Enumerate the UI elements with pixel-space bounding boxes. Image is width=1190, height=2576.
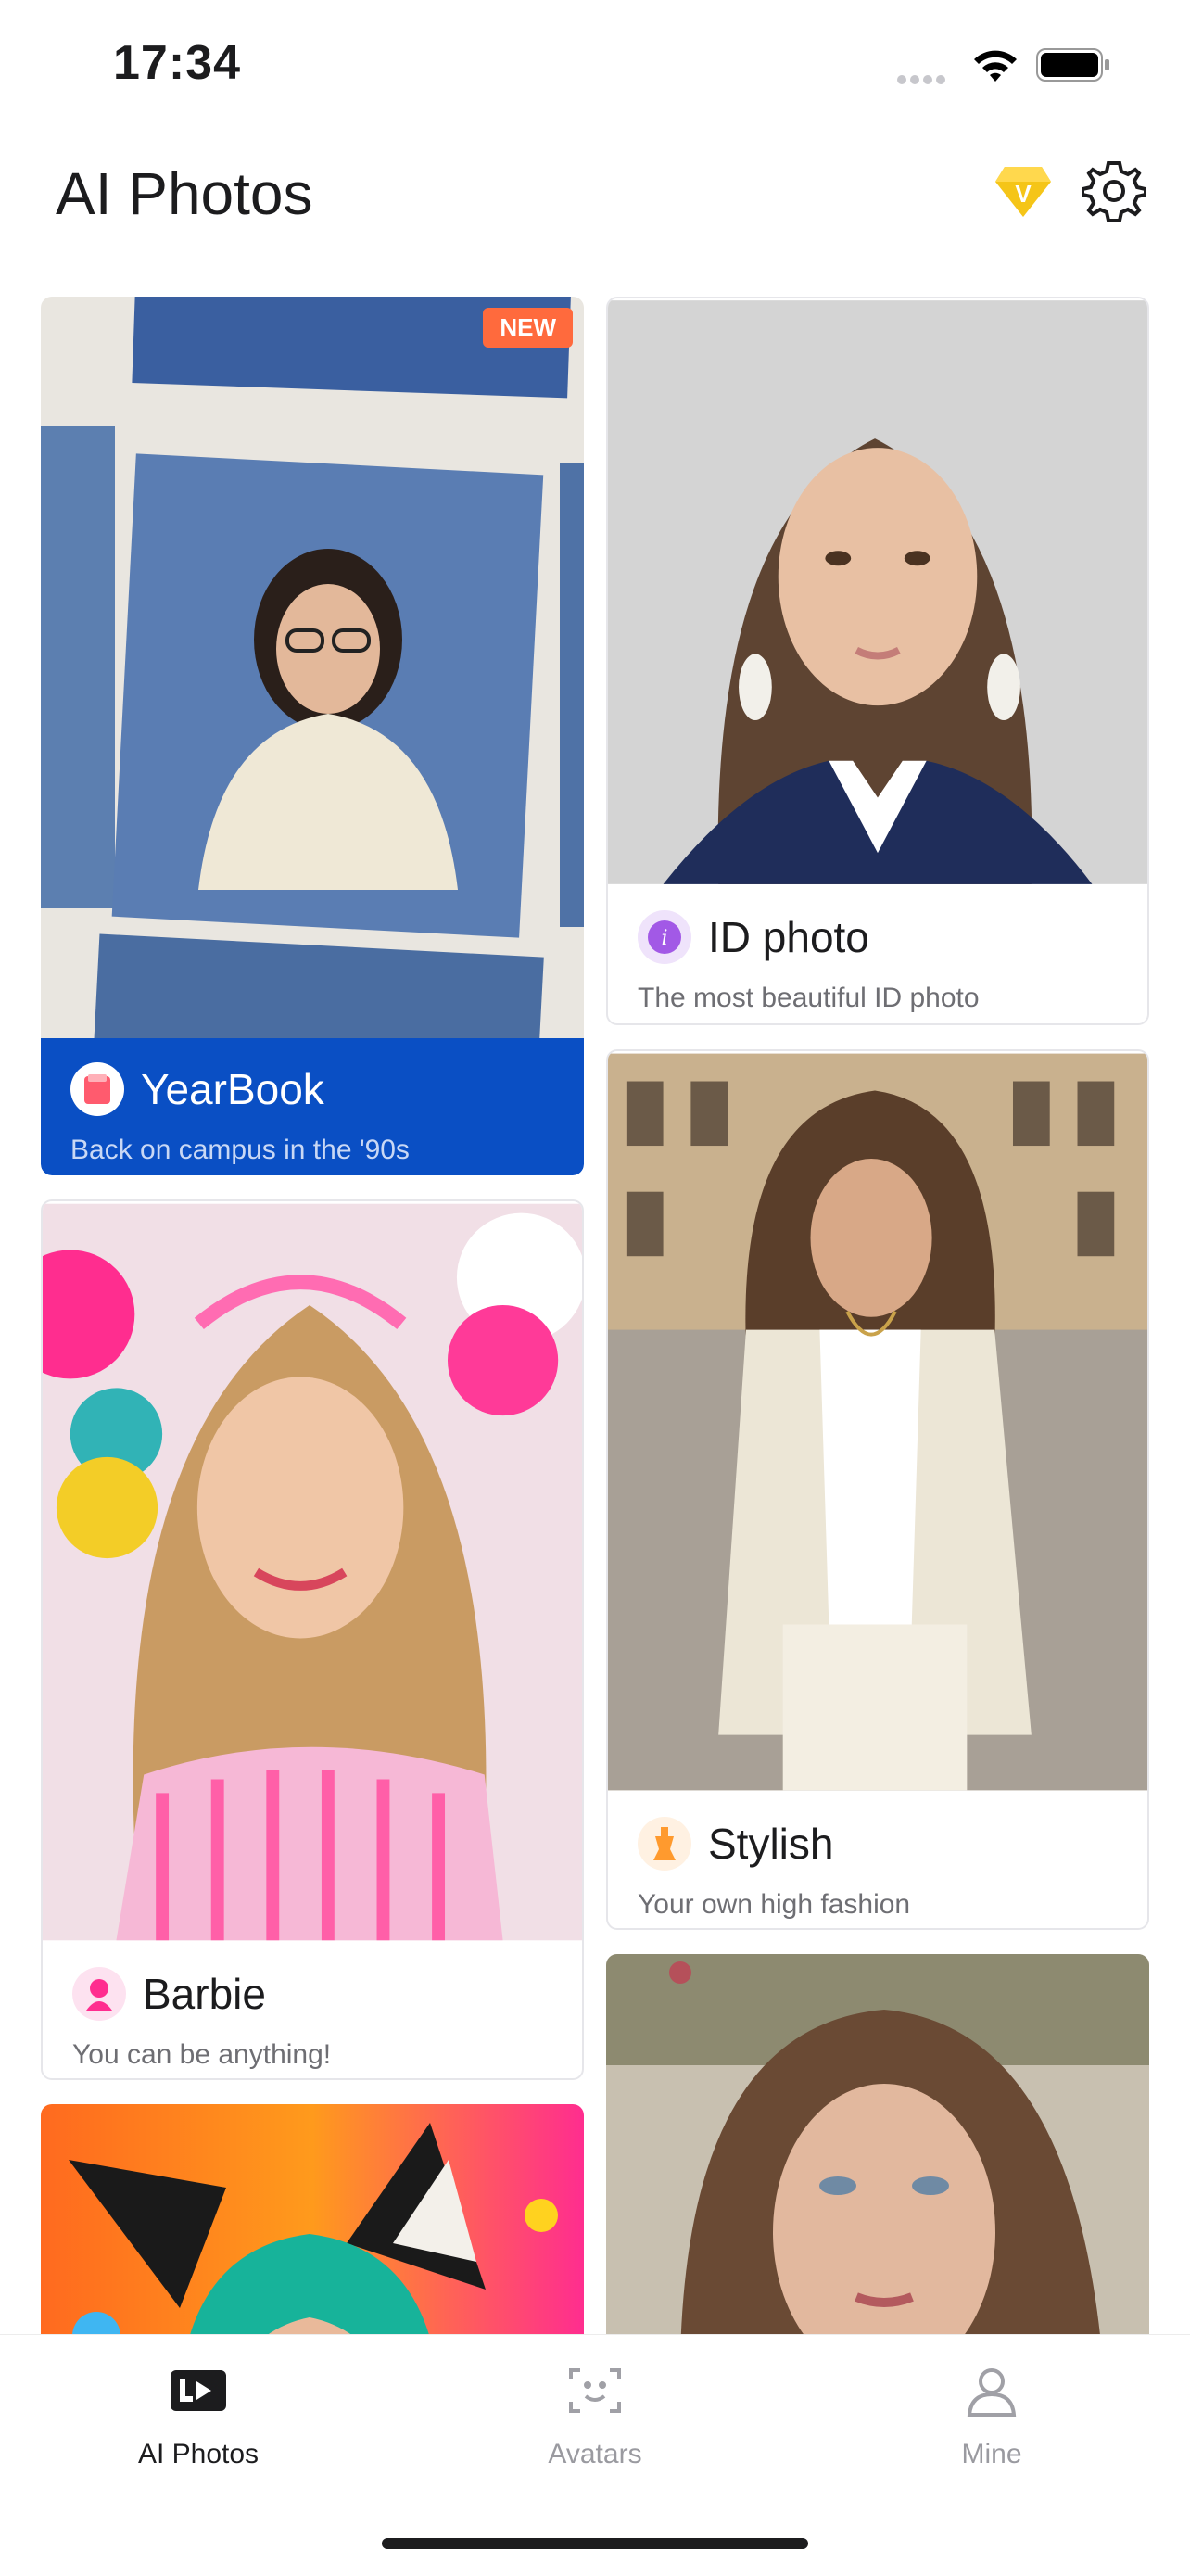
ai-photos-tab-icon xyxy=(171,2370,226,2411)
portrait-image xyxy=(606,1954,1149,2336)
vip-diamond-icon[interactable]: V xyxy=(994,163,1053,219)
feed: NEW YearBook Back on campus in the '90s xyxy=(0,297,1190,2336)
id-photo-title: ID photo xyxy=(708,913,869,961)
card-barbie[interactable]: Barbie You can be anything! xyxy=(41,1199,584,2080)
barbie-title: Barbie xyxy=(143,1970,266,2018)
tab-avatars[interactable]: Avatars xyxy=(456,2363,734,2470)
id-photo-image xyxy=(608,300,1147,884)
cellular-signal-icon xyxy=(897,72,949,89)
tab-mine-label: Mine xyxy=(961,2439,1022,2469)
new-badge: NEW xyxy=(483,308,573,348)
tab-ai-photos[interactable]: AI Photos xyxy=(59,2363,337,2470)
id-photo-subtitle: The most beautiful ID photo xyxy=(638,983,980,1013)
card-id-photo[interactable]: i ID photo The most beautiful ID photo xyxy=(606,297,1149,1025)
avatars-tab-icon xyxy=(569,2368,621,2413)
gear-icon[interactable] xyxy=(1082,159,1146,222)
id-photo-icon: i xyxy=(638,910,691,964)
header: AI Photos V xyxy=(0,148,1190,260)
yearbook-info: YearBook Back on campus in the '90s xyxy=(41,1038,584,1175)
yearbook-icon xyxy=(70,1062,124,1116)
card-yearbook[interactable]: NEW YearBook Back on campus in the '90s xyxy=(41,297,584,1175)
barbie-icon xyxy=(72,1967,126,2021)
home-indicator xyxy=(382,2538,808,2549)
svg-text:V: V xyxy=(1015,180,1032,208)
barbie-subtitle: You can be anything! xyxy=(72,2039,332,2070)
stylish-icon xyxy=(638,1817,691,1871)
id-photo-info: i ID photo The most beautiful ID photo xyxy=(608,886,1147,1023)
mine-tab-icon xyxy=(967,2368,1017,2417)
battery-icon xyxy=(1036,48,1109,82)
wifi-icon xyxy=(974,50,1017,82)
colorful-portrait-image xyxy=(41,2104,584,2336)
tab-mine[interactable]: Mine xyxy=(853,2363,1131,2470)
yearbook-subtitle: Back on campus in the '90s xyxy=(70,1135,410,1165)
barbie-info: Barbie You can be anything! xyxy=(43,1943,582,2078)
card-portrait[interactable] xyxy=(606,1954,1149,2336)
tab-avatars-label: Avatars xyxy=(548,2439,642,2469)
page-title: AI Photos xyxy=(56,160,313,227)
card-stylish[interactable]: Stylish Your own high fashion xyxy=(606,1049,1149,1930)
status-bar: 17:34 xyxy=(0,0,1190,139)
status-time: 17:34 xyxy=(113,36,241,90)
tab-ai-photos-label: AI Photos xyxy=(137,2439,260,2469)
svg-text:i: i xyxy=(661,927,667,950)
stylish-image xyxy=(608,1053,1147,1791)
yearbook-title: YearBook xyxy=(141,1065,324,1113)
card-colorful-portrait[interactable] xyxy=(41,2104,584,2336)
stylish-subtitle: Your own high fashion xyxy=(638,1889,911,1920)
stylish-info: Stylish Your own high fashion xyxy=(608,1793,1147,1928)
stylish-title: Stylish xyxy=(708,1820,834,1868)
yearbook-image xyxy=(41,297,584,1038)
barbie-image xyxy=(43,1203,582,1941)
